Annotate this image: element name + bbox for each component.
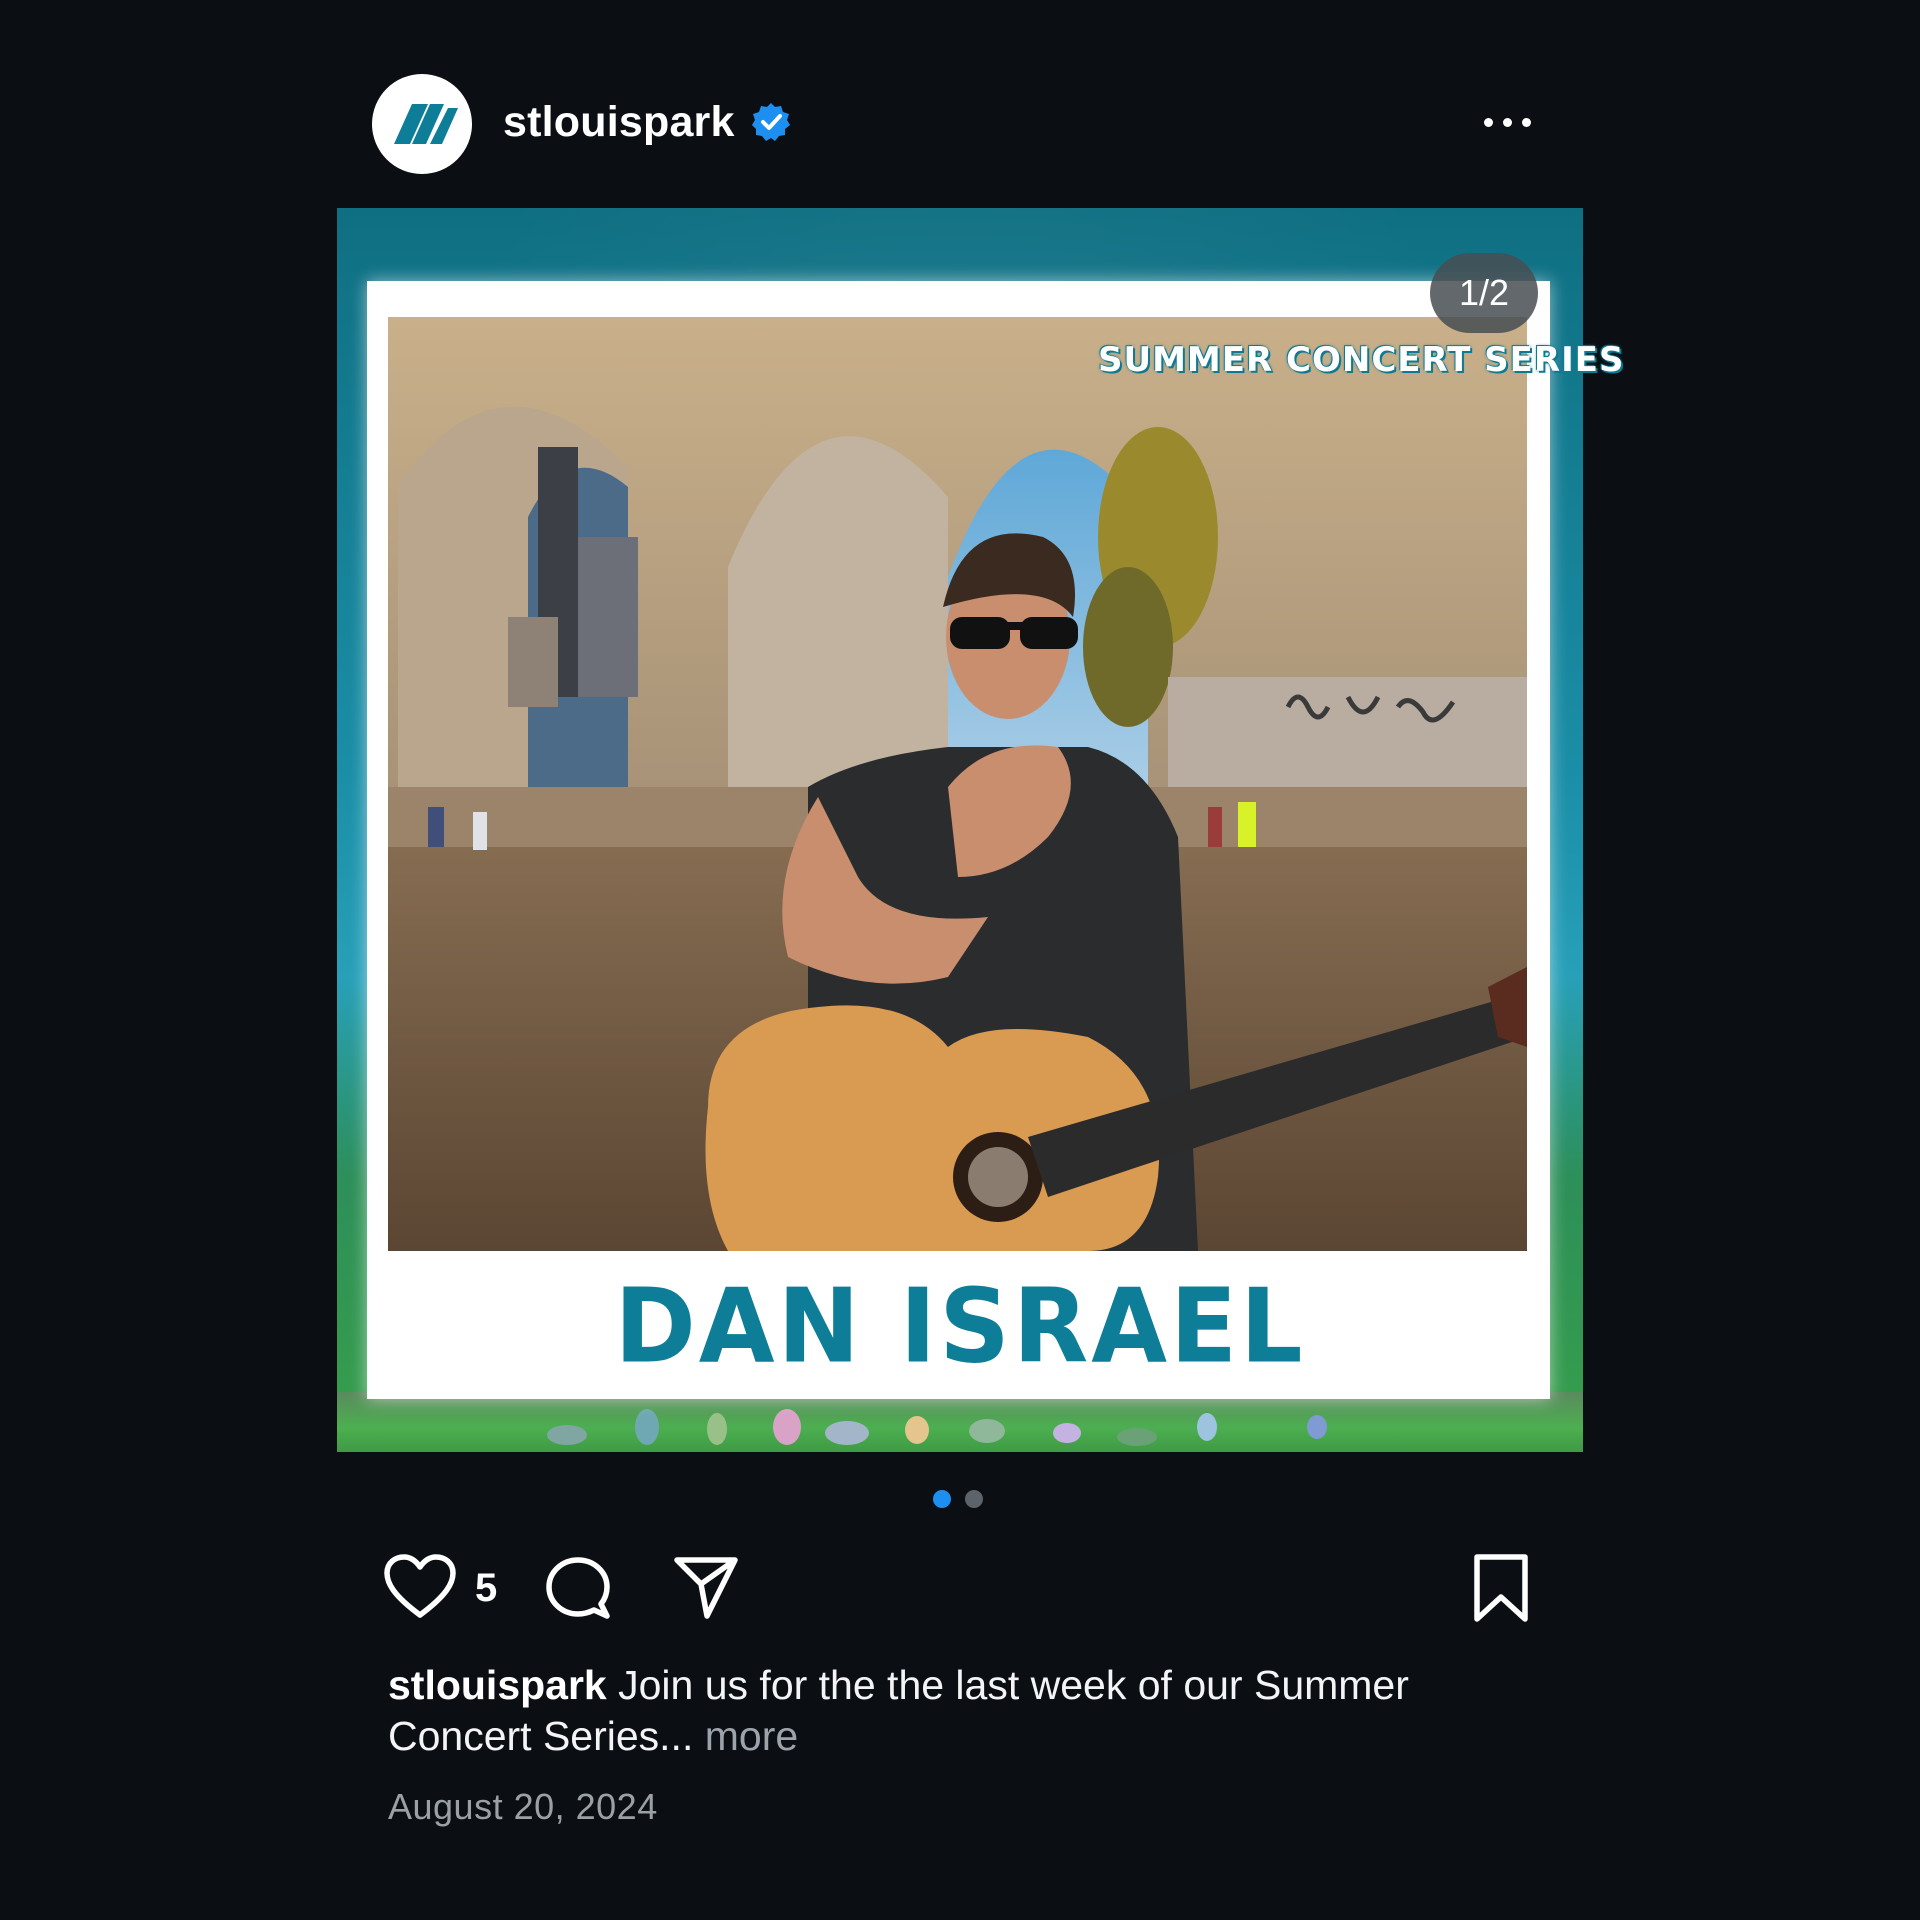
caption-more-link[interactable]: more bbox=[693, 1713, 798, 1759]
more-dot bbox=[1484, 117, 1493, 127]
more-options-button[interactable] bbox=[1484, 108, 1540, 136]
heart-icon[interactable] bbox=[383, 1553, 457, 1619]
post-image[interactable] bbox=[337, 208, 1583, 1452]
artist-name: DAN ISRAEL bbox=[614, 1267, 1306, 1387]
carousel-indicator bbox=[933, 1490, 983, 1508]
crowd-illustration bbox=[547, 1409, 1327, 1446]
more-dot bbox=[1522, 117, 1531, 127]
carousel-dot-active[interactable] bbox=[933, 1490, 951, 1508]
like-count[interactable]: 5 bbox=[475, 1566, 497, 1611]
send-icon[interactable] bbox=[671, 1552, 741, 1622]
park-logo-icon bbox=[394, 104, 458, 144]
instagram-post: stlouispark 1/2 SUMMER CONCERT SERIES DA… bbox=[0, 0, 1920, 1920]
profile-avatar[interactable] bbox=[372, 74, 472, 174]
bookmark-icon[interactable] bbox=[1471, 1553, 1531, 1623]
concert-photo bbox=[388, 317, 1527, 1251]
post-caption: stlouispark Join us for the the last wee… bbox=[388, 1660, 1548, 1762]
carousel-counter: 1/2 bbox=[1430, 253, 1538, 333]
polaroid-frame bbox=[367, 281, 1550, 1399]
carousel-dot[interactable] bbox=[965, 1490, 983, 1508]
post-date: August 20, 2024 bbox=[388, 1786, 658, 1827]
verified-badge-icon bbox=[752, 103, 790, 141]
comment-icon[interactable] bbox=[543, 1552, 613, 1622]
header-username[interactable]: stlouispark bbox=[503, 98, 735, 147]
series-title: SUMMER CONCERT SERIES bbox=[1098, 340, 1625, 380]
musician-photo-illustration bbox=[388, 317, 1527, 1251]
caption-username[interactable]: stlouispark bbox=[388, 1662, 607, 1708]
more-dot bbox=[1503, 117, 1512, 127]
